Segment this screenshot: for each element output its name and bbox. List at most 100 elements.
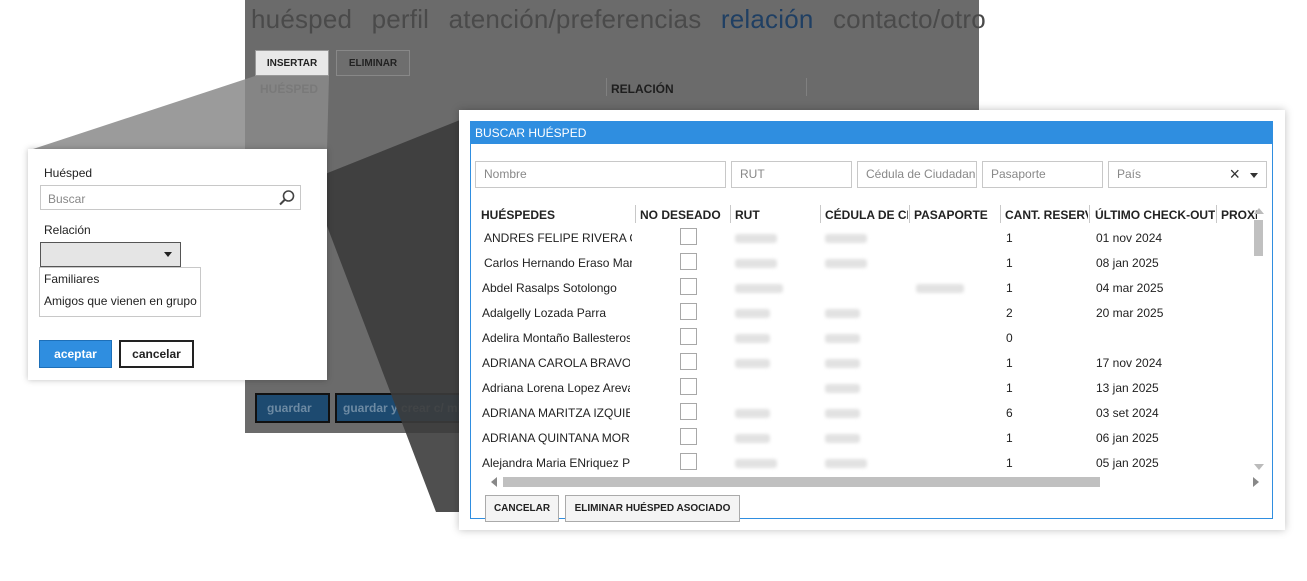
- tab-contacto[interactable]: contacto/otro: [833, 4, 986, 34]
- redacted-value: [825, 359, 860, 368]
- dialog-title: BUSCAR HUÉSPED: [471, 122, 1272, 144]
- insert-button[interactable]: INSERTAR: [255, 50, 329, 76]
- column-divider: [909, 205, 910, 223]
- redacted-value: [825, 384, 860, 393]
- table-row[interactable]: ANDRES FELIPE RIVERA COI 1 01 nov 2024: [482, 226, 1268, 251]
- unwanted-checkbox[interactable]: [680, 353, 697, 370]
- table-row[interactable]: Alejandra Maria ENriquez Pa 1 05 jan 2025: [482, 451, 1268, 476]
- scroll-left-icon[interactable]: [491, 477, 497, 487]
- clear-icon[interactable]: ×: [1229, 162, 1240, 187]
- redacted-value: [825, 309, 860, 318]
- remove-associated-guest-button[interactable]: ELIMINAR HUÉSPED ASOCIADO: [565, 495, 740, 522]
- guest-name-cell: Adalgelly Lozada Parra: [482, 306, 607, 320]
- unwanted-checkbox[interactable]: [680, 278, 697, 295]
- cancel-button[interactable]: cancelar: [119, 340, 194, 368]
- column-header-relation[interactable]: RELACIÓN: [611, 82, 674, 96]
- last-checkout-cell: 06 jan 2025: [1096, 431, 1159, 445]
- relation-dropdown[interactable]: [40, 242, 181, 267]
- unwanted-checkbox[interactable]: [680, 303, 697, 320]
- passport-filter-input[interactable]: Pasaporte: [982, 161, 1103, 188]
- chevron-down-icon: [164, 252, 172, 257]
- column-divider: [730, 205, 731, 223]
- column-header-cedula[interactable]: CÉDULA DE CIU: [825, 208, 908, 222]
- guest-name-cell: Adriana Lorena Lopez Areva: [482, 381, 630, 395]
- save-and-create-button[interactable]: guardar y crear c/ mis: [335, 393, 465, 423]
- tab-perfil[interactable]: perfil: [372, 4, 430, 34]
- vertical-scrollbar[interactable]: [1252, 206, 1264, 476]
- accept-button[interactable]: aceptar: [39, 340, 112, 368]
- dialog-frame: BUSCAR HUÉSPED Nombre RUT Cédula de Ciud…: [470, 121, 1273, 522]
- guest-name-cell: ADRIANA QUINTANA MORE: [482, 431, 630, 445]
- scroll-down-icon[interactable]: [1254, 464, 1264, 470]
- option-familiares[interactable]: Familiares: [40, 268, 200, 290]
- option-amigos[interactable]: Amigos que vienen en grupo: [40, 290, 200, 312]
- table-row[interactable]: Adalgelly Lozada Parra 2 20 mar 2025: [482, 301, 1268, 326]
- reservation-count-cell: 1: [1006, 231, 1013, 245]
- unwanted-checkbox[interactable]: [680, 253, 697, 270]
- column-divider: [1000, 205, 1001, 223]
- scroll-up-icon[interactable]: [1254, 208, 1264, 214]
- last-checkout-cell: 13 jan 2025: [1096, 381, 1159, 395]
- search-icon[interactable]: [278, 189, 296, 210]
- last-checkout-cell: 20 mar 2025: [1096, 306, 1164, 320]
- column-header-guest[interactable]: HUÉSPED: [260, 82, 318, 96]
- table-row[interactable]: Adriana Lorena Lopez Areva 1 13 jan 2025: [482, 376, 1268, 401]
- tab-huesped[interactable]: huésped: [251, 4, 352, 34]
- scroll-thumb[interactable]: [1254, 220, 1263, 256]
- country-placeholder: País: [1117, 167, 1142, 181]
- guest-search-input[interactable]: Buscar: [40, 185, 301, 210]
- unwanted-checkbox[interactable]: [680, 328, 697, 345]
- last-checkout-cell: 17 nov 2024: [1096, 356, 1163, 370]
- column-header-last-checkout[interactable]: ÚLTIMO CHECK-OUT: [1095, 208, 1215, 222]
- unwanted-checkbox[interactable]: [680, 403, 697, 420]
- redacted-value: [825, 409, 860, 418]
- redacted-value: [825, 259, 867, 268]
- guest-label: Huésped: [44, 166, 93, 180]
- table-row[interactable]: Adelira Montaño Ballesteros 0: [482, 326, 1268, 351]
- cedula-filter-input[interactable]: Cédula de Ciudadan: [857, 161, 977, 188]
- column-header-passport[interactable]: PASAPORTE: [914, 208, 999, 222]
- guest-name-cell: Carlos Hernando Eraso Mar: [484, 256, 632, 270]
- relation-label: Relación: [44, 223, 91, 237]
- column-header-rut[interactable]: RUT: [735, 208, 820, 222]
- unwanted-checkbox[interactable]: [680, 428, 697, 445]
- delete-button[interactable]: ELIMINAR: [336, 50, 410, 76]
- rut-filter-input[interactable]: RUT: [731, 161, 852, 188]
- table-row[interactable]: ADRIANA QUINTANA MORE 1 06 jan 2025: [482, 426, 1268, 451]
- dialog-cancel-button[interactable]: CANCELAR: [485, 495, 559, 522]
- column-header-unwanted[interactable]: NO DESEADO: [640, 208, 725, 222]
- background-tabs: huésped perfil atención/preferencias rel…: [251, 4, 998, 35]
- chevron-down-icon[interactable]: [1250, 173, 1258, 178]
- last-checkout-cell: 08 jan 2025: [1096, 256, 1159, 270]
- tab-atencion[interactable]: atención/preferencias: [449, 4, 702, 34]
- unwanted-checkbox[interactable]: [680, 378, 697, 395]
- table-row[interactable]: Carlos Hernando Eraso Mar 1 08 jan 2025: [482, 251, 1268, 276]
- table-row[interactable]: ADRIANA CAROLA BRAVO E 1 17 nov 2024: [482, 351, 1268, 376]
- horizontal-scrollbar[interactable]: [489, 476, 1259, 488]
- unwanted-checkbox[interactable]: [680, 228, 697, 245]
- relation-options-list: Familiares Amigos que vienen en grupo: [39, 267, 201, 317]
- guest-name-cell: Adelira Montaño Ballesteros: [482, 331, 630, 345]
- last-checkout-cell: 01 nov 2024: [1096, 231, 1163, 245]
- last-checkout-cell: 03 set 2024: [1096, 406, 1159, 420]
- column-header-reservations[interactable]: CANT. RESERVA: [1005, 208, 1088, 222]
- redacted-value: [916, 284, 964, 293]
- unwanted-checkbox[interactable]: [680, 453, 697, 470]
- save-button[interactable]: guardar: [255, 393, 330, 423]
- reservation-count-cell: 1: [1006, 356, 1013, 370]
- name-filter-input[interactable]: Nombre: [475, 161, 726, 188]
- tab-relacion[interactable]: relación: [721, 4, 814, 34]
- column-header-guests[interactable]: HUÉSPEDES: [481, 208, 631, 222]
- redacted-value: [825, 234, 867, 243]
- reservation-count-cell: 1: [1006, 431, 1013, 445]
- guest-name-cell: Abdel Rasalps Sotolongo: [482, 281, 617, 295]
- country-filter-select[interactable]: País ×: [1108, 161, 1267, 188]
- last-checkout-cell: 04 mar 2025: [1096, 281, 1164, 295]
- scroll-right-icon[interactable]: [1253, 477, 1259, 487]
- table-row[interactable]: Abdel Rasalps Sotolongo 1 04 mar 2025: [482, 276, 1268, 301]
- redacted-value: [735, 459, 777, 468]
- table-row[interactable]: ADRIANA MARITZA IZQUIEF 6 03 set 2024: [482, 401, 1268, 426]
- scroll-thumb[interactable]: [503, 477, 1100, 487]
- column-divider: [1216, 205, 1217, 223]
- redacted-value: [735, 434, 770, 443]
